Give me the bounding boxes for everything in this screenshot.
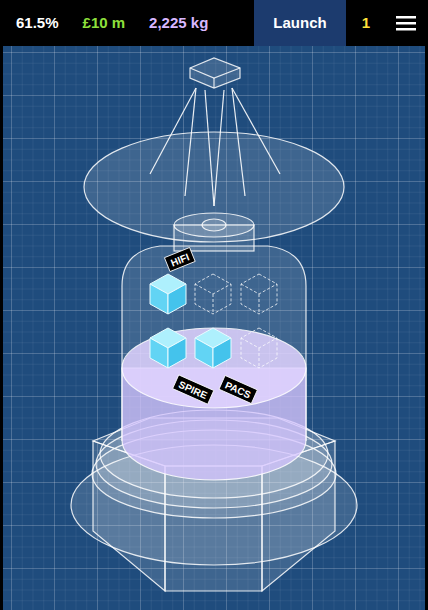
mass-readout: 2,225 kg [149,12,208,35]
instrument-module[interactable] [150,274,186,314]
blueprint-canvas: HIFI SPIRE PACS [0,46,428,610]
label-box [173,375,214,404]
satellite-diagram: HIFI SPIRE PACS [3,46,425,610]
menu-button[interactable] [386,0,428,46]
menu-icon [396,15,416,31]
label-box [219,375,257,403]
instrument-name: HIFI [169,251,191,268]
budget-readout: £10 m [83,12,126,35]
instrument-name: SPIRE [177,379,209,401]
launch-count: 1 [346,0,386,46]
progress-readout: 61.5% [16,12,59,35]
label-box [164,248,195,272]
instrument-module[interactable] [150,328,186,368]
empty-slot[interactable] [241,274,277,314]
instrument-name: PACS [223,379,252,400]
satellite-body [71,58,357,591]
instrument-module[interactable] [195,328,231,368]
stats: 61.5% £10 m 2,225 kg [0,0,254,46]
empty-slot[interactable] [195,274,231,314]
instrument-label: PACS [219,375,257,403]
instrument-label: SPIRE [173,375,214,404]
instrument-slots [150,274,277,368]
empty-slot[interactable] [241,328,277,368]
launch-button[interactable]: Launch [254,0,346,46]
instrument-labels: HIFI SPIRE PACS [164,248,257,405]
top-bar: 61.5% £10 m 2,225 kg Launch 1 [0,0,428,46]
instrument-label: HIFI [164,248,195,272]
